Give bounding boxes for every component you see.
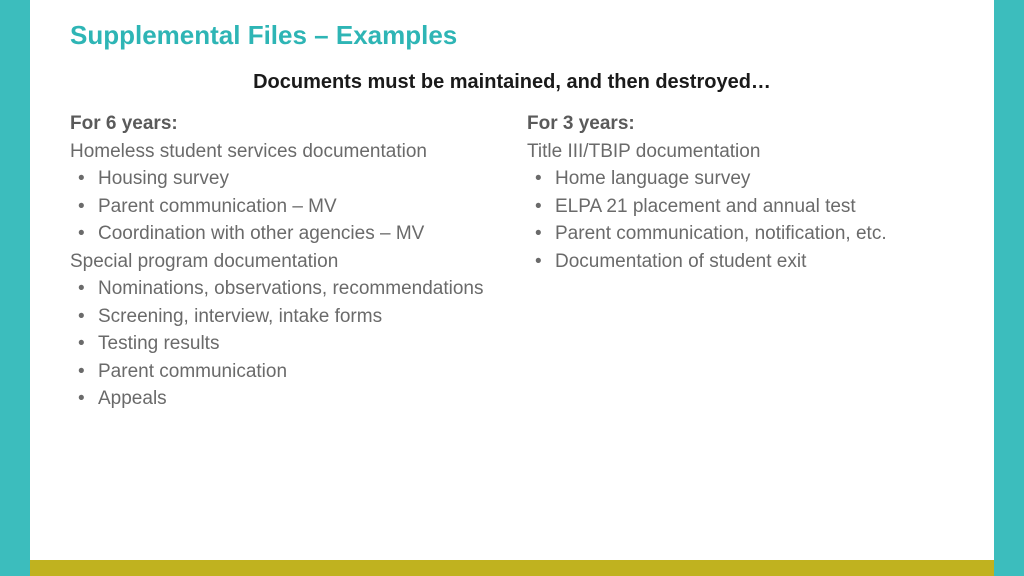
- left-column: For 6 years: Homeless student services d…: [70, 110, 497, 413]
- right-column: For 3 years: Title III/TBIP documentatio…: [527, 110, 954, 413]
- list-item: Screening, interview, intake forms: [70, 303, 497, 331]
- left-group2-list: Nominations, observations, recommendatio…: [70, 275, 497, 413]
- right-group1-list: Home language survey ELPA 21 placement a…: [527, 165, 954, 275]
- right-header: For 3 years:: [527, 110, 954, 138]
- list-item: Housing survey: [70, 165, 497, 193]
- list-item: Coordination with other agencies – MV: [70, 220, 497, 248]
- bottom-accent-bar: [30, 560, 994, 576]
- content-columns: For 6 years: Homeless student services d…: [70, 110, 954, 413]
- list-item: ELPA 21 placement and annual test: [527, 193, 954, 221]
- list-item: Parent communication – MV: [70, 193, 497, 221]
- left-group1-list: Housing survey Parent communication – MV…: [70, 165, 497, 248]
- list-item: Home language survey: [527, 165, 954, 193]
- slide-title: Supplemental Files – Examples: [70, 20, 954, 51]
- slide-content: Supplemental Files – Examples Documents …: [30, 0, 994, 576]
- right-group1-heading: Title III/TBIP documentation: [527, 138, 954, 166]
- left-header: For 6 years:: [70, 110, 497, 138]
- left-group1-heading: Homeless student services documentation: [70, 138, 497, 166]
- slide-subtitle: Documents must be maintained, and then d…: [70, 71, 954, 94]
- list-item: Parent communication, notification, etc.: [527, 220, 954, 248]
- list-item: Appeals: [70, 385, 497, 413]
- list-item: Documentation of student exit: [527, 248, 954, 276]
- list-item: Nominations, observations, recommendatio…: [70, 275, 497, 303]
- list-item: Testing results: [70, 330, 497, 358]
- list-item: Parent communication: [70, 358, 497, 386]
- left-group2-heading: Special program documentation: [70, 248, 497, 276]
